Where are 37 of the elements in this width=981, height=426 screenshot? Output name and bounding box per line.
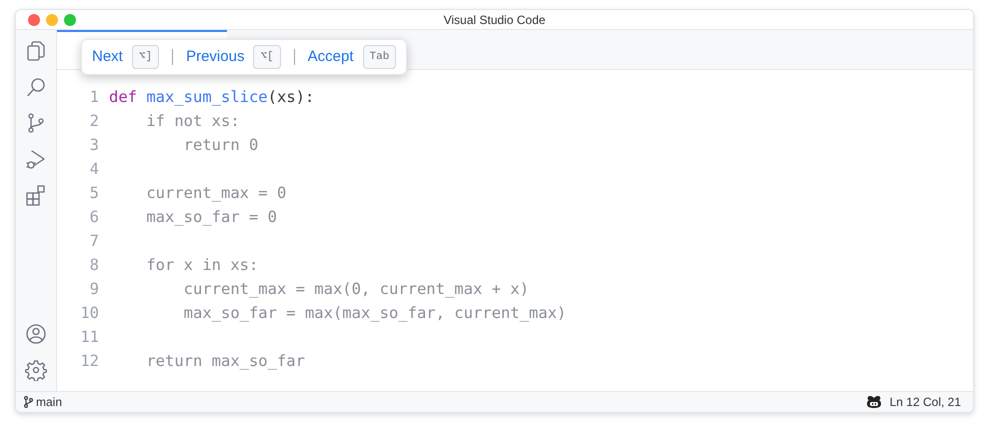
shortcut-key: ⌥] [132, 45, 160, 69]
line-number: 11 [79, 327, 99, 348]
ghost-suggestion-line: return 0 [182, 135, 258, 156]
code-line: def max_sum_slice(xs): [108, 87, 314, 108]
close-button[interactable] [28, 14, 40, 26]
line-number: 7 [88, 231, 99, 252]
ghost-suggestion-line: max_so_far = 0 [145, 207, 277, 228]
line-number: 10 [79, 303, 99, 324]
ghost-suggestion-line: if not xs: [145, 111, 240, 132]
search-icon[interactable] [25, 76, 47, 98]
settings-icon[interactable] [25, 359, 47, 381]
extensions-icon[interactable] [25, 184, 47, 206]
toolbar-link[interactable]: Accept [308, 46, 354, 68]
line-number: 2 [88, 111, 99, 132]
line-number: 6 [88, 207, 99, 228]
line-number: 12 [79, 351, 99, 372]
ghost-suggestion-line: return max_so_far [145, 351, 305, 372]
line-number: 4 [88, 159, 99, 180]
line-number: 3 [88, 135, 99, 156]
line-number: 1 [88, 87, 99, 108]
line-number: 5 [88, 183, 99, 204]
line-number: 8 [88, 255, 99, 276]
ghost-suggestion-line: current_max = max(0, current_max + x) [182, 279, 529, 300]
toolbar-link[interactable]: Next [92, 46, 123, 68]
window-title: Visual Studio Code [444, 12, 546, 28]
branch-name[interactable]: main [36, 393, 62, 411]
ghost-suggestion-line: current_max = 0 [145, 183, 286, 204]
shortcut-key: Tab [362, 45, 396, 69]
toolbar-link[interactable]: Previous [186, 46, 244, 68]
ghost-suggestion-line: for x in xs: [145, 255, 258, 276]
cursor-position[interactable]: Ln 12 Col, 21 [890, 393, 961, 411]
files-icon[interactable] [25, 40, 47, 62]
line-number: 9 [88, 279, 99, 300]
ghost-suggestion-line: max_so_far = max(max_so_far, current_max) [182, 303, 566, 324]
shortcut-key: ⌥[ [253, 45, 281, 69]
account-icon[interactable] [25, 323, 47, 345]
branch-icon [24, 396, 33, 408]
